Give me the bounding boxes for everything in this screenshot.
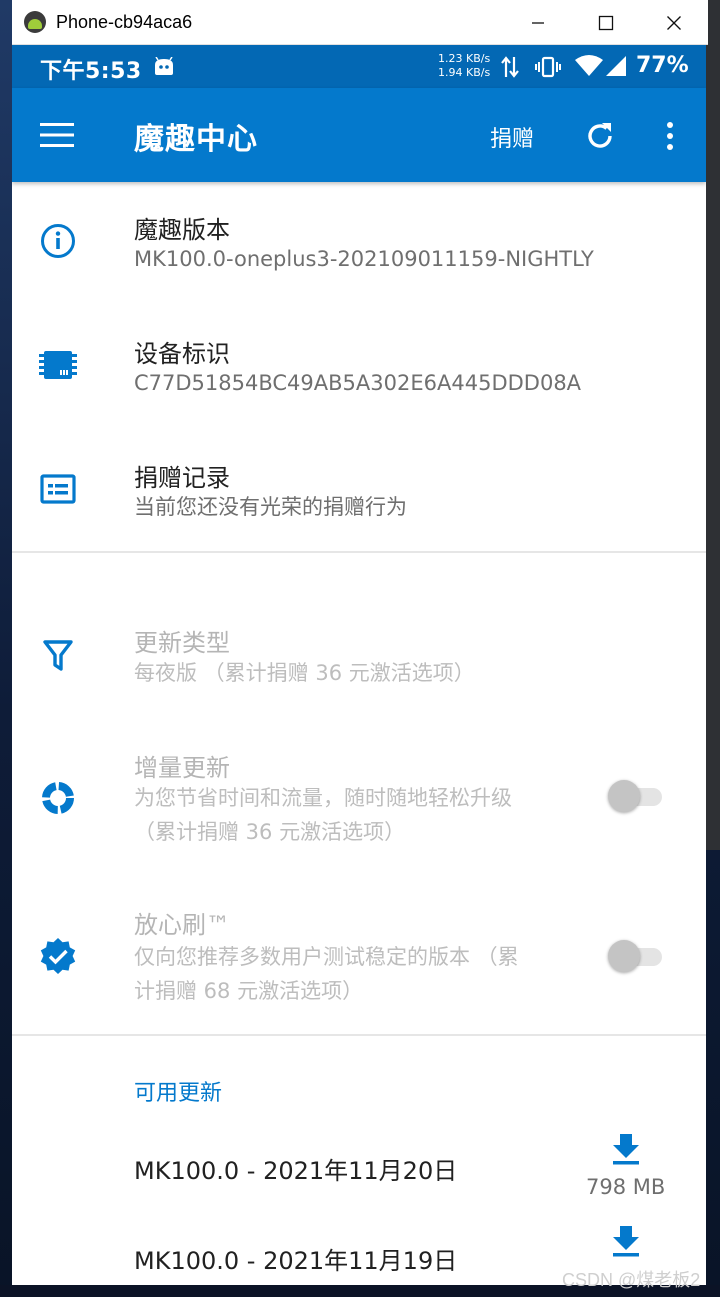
incremental-toggle[interactable] (608, 779, 664, 813)
watermark: CSDN @煤老板2 (562, 1270, 701, 1290)
wifi-icon (575, 55, 603, 76)
setting-safe-flash[interactable]: 放心刷™ 仅向您推荐多数用户测试稳定的版本 （累 计捐赠 68 元激活选项） (12, 895, 706, 1045)
more-vert-icon[interactable] (660, 120, 680, 152)
item-title: 更新类型 (134, 629, 230, 657)
donut-icon (39, 779, 77, 817)
available-updates-header: 可用更新 (134, 1081, 223, 1106)
download-icon[interactable] (612, 1225, 640, 1257)
info-item-device-id[interactable]: 设备标识 C77D51854BC49AB5A302E6A445DDD08A (12, 306, 706, 430)
info-item-donation-record[interactable]: 捐赠记录 当前您还没有光荣的捐赠行为 (12, 430, 706, 550)
toggle-thumb (608, 940, 640, 972)
safe-flash-toggle[interactable] (608, 939, 664, 973)
data-updown-icon (501, 56, 519, 78)
divider (12, 551, 706, 553)
update-size: 798 MB (586, 1175, 666, 1199)
item-title: 魔趣版本 (134, 216, 230, 244)
item-subtitle: 当前您还没有光荣的捐赠行为 (134, 495, 407, 519)
setting-update-type[interactable]: 更新类型 每夜版 （累计捐赠 36 元激活选项） (12, 593, 706, 713)
minimize-button[interactable] (504, 0, 572, 45)
speed-down: 1.94 KB/s (438, 66, 491, 79)
window-titlebar[interactable]: Phone-cb94aca6 (12, 0, 708, 45)
item-title: 设备标识 (134, 340, 230, 368)
verified-badge-icon (39, 937, 77, 975)
maximize-button[interactable] (572, 0, 640, 45)
item-subtitle: （累计捐赠 36 元激活选项） (134, 820, 406, 844)
donate-button[interactable]: 捐赠 (490, 121, 534, 153)
item-subtitle: MK100.0-oneplus3-202109011159-NIGHTLY (134, 247, 594, 271)
update-name: MK100.0 - 2021年11月20日 (134, 1157, 458, 1185)
app-title: 魔趣中心 (134, 122, 258, 157)
desktop-edge (706, 0, 720, 850)
status-time: 下午5:53 (40, 59, 142, 84)
divider (12, 1034, 706, 1036)
chip-icon (39, 346, 77, 384)
item-subtitle: 为您节省时间和流量，随时随地轻松升级 (134, 786, 512, 810)
speed-up: 1.23 KB/s (438, 52, 491, 65)
setting-incremental-update[interactable]: 增量更新 为您节省时间和流量，随时随地轻松升级 （累计捐赠 36 元激活选项） (12, 735, 706, 885)
menu-icon[interactable] (40, 122, 74, 148)
close-button[interactable] (640, 0, 708, 45)
item-subtitle: 每夜版 （累计捐赠 36 元激活选项） (134, 661, 475, 685)
window-title: Phone-cb94aca6 (56, 11, 193, 32)
signal-icon (606, 56, 626, 76)
android-notification-icon (155, 57, 173, 75)
phone-screen: 下午5:53 1.23 KB/s 1.94 KB/s 77% 魔趣中心 捐赠 魔… (12, 45, 706, 1285)
download-icon[interactable] (612, 1133, 640, 1165)
status-bar: 下午5:53 1.23 KB/s 1.94 KB/s 77% (12, 45, 706, 88)
item-subtitle: 计捐赠 68 元激活选项） (134, 979, 364, 1003)
close-icon (667, 15, 681, 30)
item-title: 放心刷™ (134, 911, 230, 939)
battery-level: 77% (636, 53, 689, 78)
filter-icon (39, 637, 77, 675)
refresh-icon[interactable] (584, 120, 616, 152)
window-controls (504, 0, 708, 45)
maximize-icon (598, 15, 614, 30)
update-item[interactable]: MK100.0 - 2021年11月20日 798 MB (12, 1123, 706, 1213)
android-app-icon (24, 11, 46, 33)
minimize-icon (532, 21, 544, 24)
toggle-thumb (608, 780, 640, 812)
item-title: 增量更新 (134, 754, 230, 782)
item-subtitle: C77D51854BC49AB5A302E6A445DDD08A (134, 371, 582, 395)
app-bar: 魔趣中心 捐赠 (12, 88, 706, 182)
info-item-version[interactable]: 魔趣版本 MK100.0-oneplus3-202109011159-NIGHT… (12, 182, 706, 306)
card-icon (39, 470, 77, 508)
network-speed: 1.23 KB/s 1.94 KB/s (438, 52, 490, 80)
item-subtitle: 仅向您推荐多数用户测试稳定的版本 （累 (134, 945, 519, 969)
update-name: MK100.0 - 2021年11月19日 (134, 1247, 458, 1275)
vibrate-icon (535, 56, 561, 78)
item-title: 捐赠记录 (134, 464, 230, 492)
info-icon (39, 222, 77, 260)
